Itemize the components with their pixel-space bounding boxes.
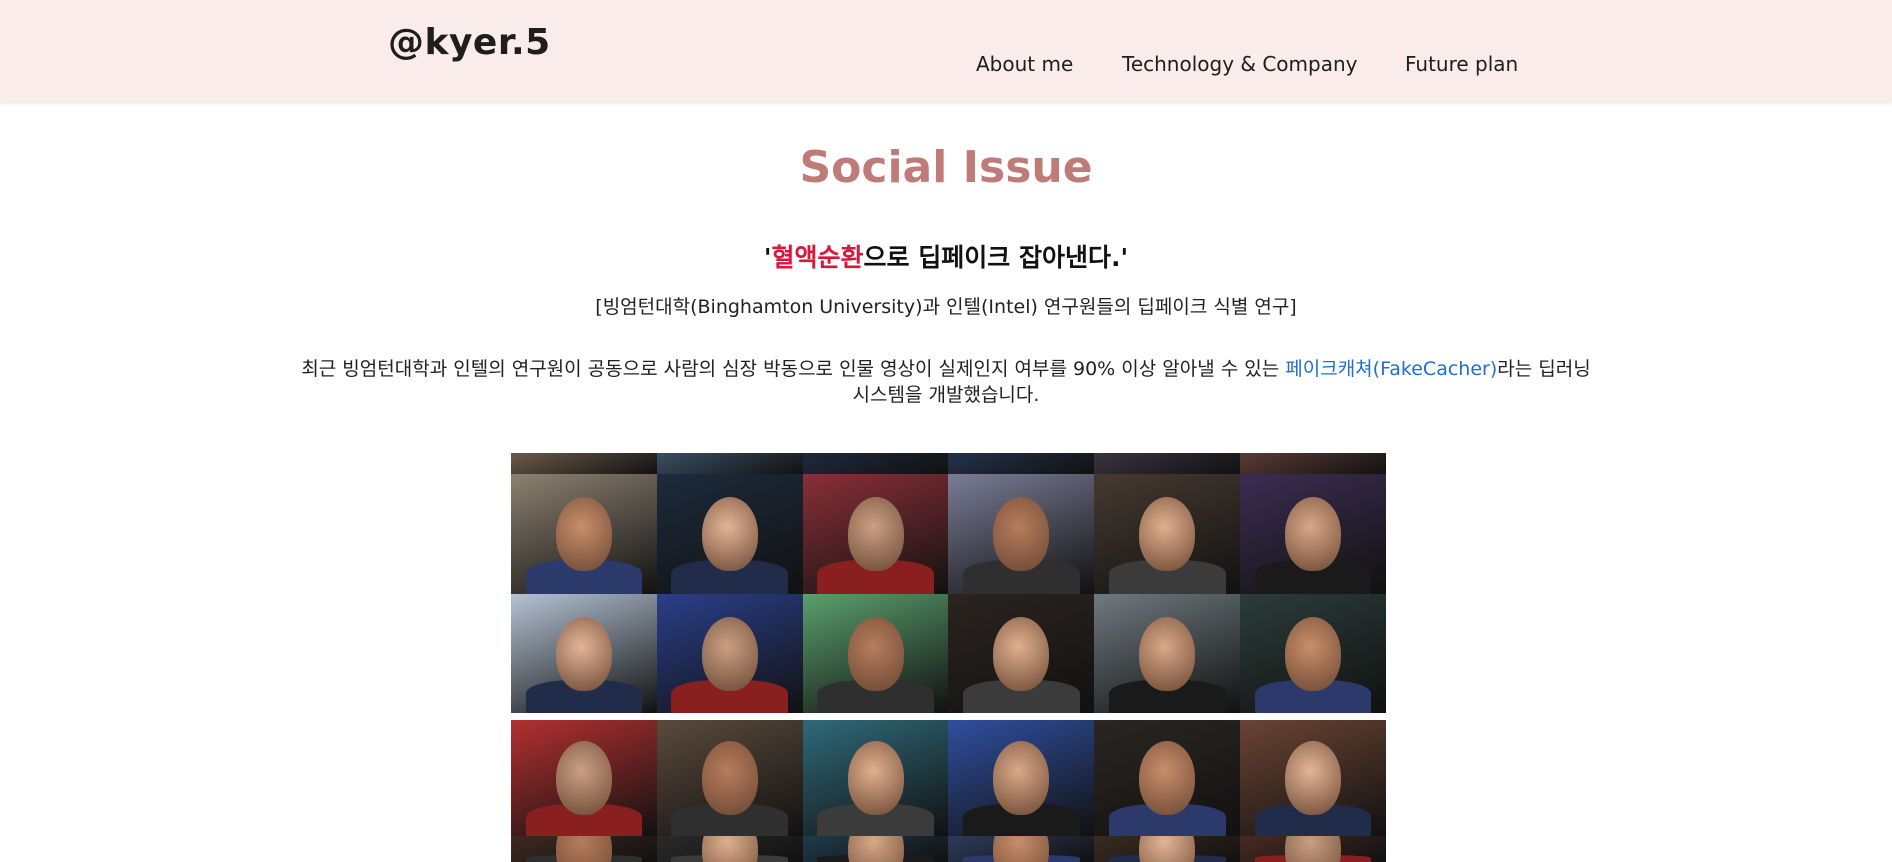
mosaic-tile xyxy=(948,720,1095,836)
mosaic-tile xyxy=(948,594,1095,713)
mosaic-tile xyxy=(802,836,949,862)
mosaic-tile xyxy=(802,720,949,836)
mosaic-tile xyxy=(511,453,657,474)
mosaic-tile xyxy=(656,474,803,594)
page-title: Social Issue xyxy=(799,142,1093,193)
mosaic-tile xyxy=(1240,720,1386,836)
mosaic-tile xyxy=(1094,594,1241,713)
mosaic-tile xyxy=(1094,836,1241,862)
mosaic-tile xyxy=(1240,836,1386,862)
headline-highlight: 혈액순환 xyxy=(771,243,864,272)
nav-technology-company[interactable]: Technology & Company xyxy=(1122,52,1358,76)
body-text-start: 최근 빙엄턴대학과 인텔의 연구원이 공동으로 사람의 심장 박동으로 인물 영… xyxy=(301,358,1286,380)
mosaic-tile xyxy=(802,474,949,594)
mosaic-tile xyxy=(1240,474,1386,594)
mosaic-tile xyxy=(511,594,657,713)
mosaic-tile xyxy=(511,836,657,862)
mosaic-tile xyxy=(948,453,1095,474)
article-headline: '혈액순환으로 딥페이크 잡아낸다.' xyxy=(0,238,1892,274)
headline-quote: ' xyxy=(763,243,772,272)
mosaic-tile xyxy=(1094,453,1241,474)
fakecatcher-link[interactable]: 페이크캐쳐(FakeCacher) xyxy=(1285,358,1497,380)
site-logo[interactable]: @kyer.5 xyxy=(388,22,551,63)
mosaic-tile xyxy=(948,836,1095,862)
article-body: 최근 빙엄턴대학과 인텔의 연구원이 공동으로 사람의 심장 박동으로 인물 영… xyxy=(290,356,1602,408)
headline-rest: 으로 딥페이크 잡아낸다.' xyxy=(863,243,1129,272)
mosaic-divider xyxy=(511,713,1386,720)
site-header: @kyer.5 About me Technology & Company Fu… xyxy=(0,0,1892,102)
mosaic-tile xyxy=(1240,453,1386,474)
mosaic-tile xyxy=(656,594,803,713)
mosaic-tile xyxy=(802,594,949,713)
mosaic-tile xyxy=(1094,720,1241,836)
mosaic-tile xyxy=(1094,474,1241,594)
article-subheading: [빙엄턴대학(Binghamton University)과 인텔(Intel)… xyxy=(595,296,1297,318)
nav-about-me[interactable]: About me xyxy=(976,52,1073,76)
mosaic-tile xyxy=(802,453,949,474)
mosaic-tile xyxy=(511,720,657,836)
deepfake-faces-mosaic-image xyxy=(511,453,1386,862)
mosaic-tile xyxy=(656,453,803,474)
mosaic-tile xyxy=(511,474,657,594)
nav-future-plan[interactable]: Future plan xyxy=(1405,52,1518,76)
mosaic-tile xyxy=(656,720,803,836)
mosaic-tile xyxy=(1240,594,1386,713)
mosaic-tile xyxy=(656,836,803,862)
mosaic-tile xyxy=(948,474,1095,594)
